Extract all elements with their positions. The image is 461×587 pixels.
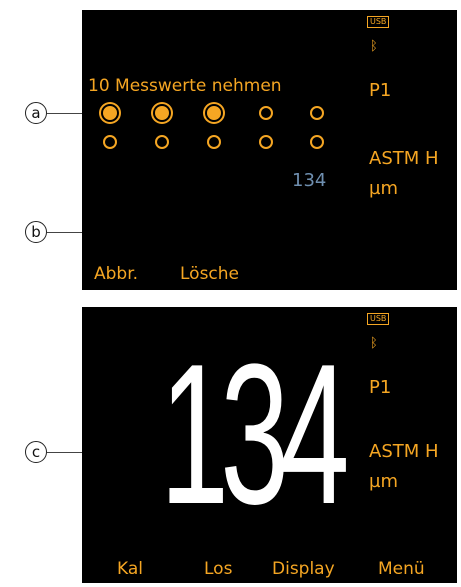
slot-9 xyxy=(259,135,273,149)
bluetooth-icon: ᛒ xyxy=(370,39,378,54)
usb-icon: USB xyxy=(367,16,390,28)
probe-label: P1 xyxy=(369,377,392,398)
current-value: 134 xyxy=(292,170,327,191)
standard-label: ASTM H xyxy=(369,148,439,169)
reading-screen: USB ᛒ 134 P1 ASTM H µm Kal Los Display M… xyxy=(82,307,457,583)
standard-label: ASTM H xyxy=(369,441,439,462)
slot-10 xyxy=(310,135,324,149)
softkey-display[interactable]: Display xyxy=(272,561,335,578)
probe-label: P1 xyxy=(369,80,392,101)
softkey-abort[interactable]: Abbr. xyxy=(94,266,138,283)
callout-b: b xyxy=(25,221,47,243)
measurement-screen: USB ᛒ 10 Messwerte nehmen P1 ASTM H µm 1… xyxy=(82,10,457,290)
unit-label: µm xyxy=(369,178,398,199)
bluetooth-icon: ᛒ xyxy=(370,336,378,351)
slot-5 xyxy=(310,106,324,120)
softkey-menu[interactable]: Menü xyxy=(378,561,425,578)
callout-c: c xyxy=(25,441,47,463)
slot-8 xyxy=(207,135,221,149)
slot-1-filled xyxy=(103,106,117,120)
slot-3-filled xyxy=(207,106,221,120)
softkey-cal[interactable]: Kal xyxy=(117,561,143,578)
slot-6 xyxy=(103,135,117,149)
slot-2-filled xyxy=(155,106,169,120)
softkey-delete[interactable]: Lösche xyxy=(180,266,239,283)
unit-label: µm xyxy=(369,471,398,492)
reading-value: 134 xyxy=(160,323,350,546)
callout-a: a xyxy=(25,102,47,124)
page-title: 10 Messwerte nehmen xyxy=(88,76,282,96)
usb-icon: USB xyxy=(367,313,390,325)
slot-7 xyxy=(155,135,169,149)
softkey-go[interactable]: Los xyxy=(204,561,232,578)
slot-4 xyxy=(259,106,273,120)
